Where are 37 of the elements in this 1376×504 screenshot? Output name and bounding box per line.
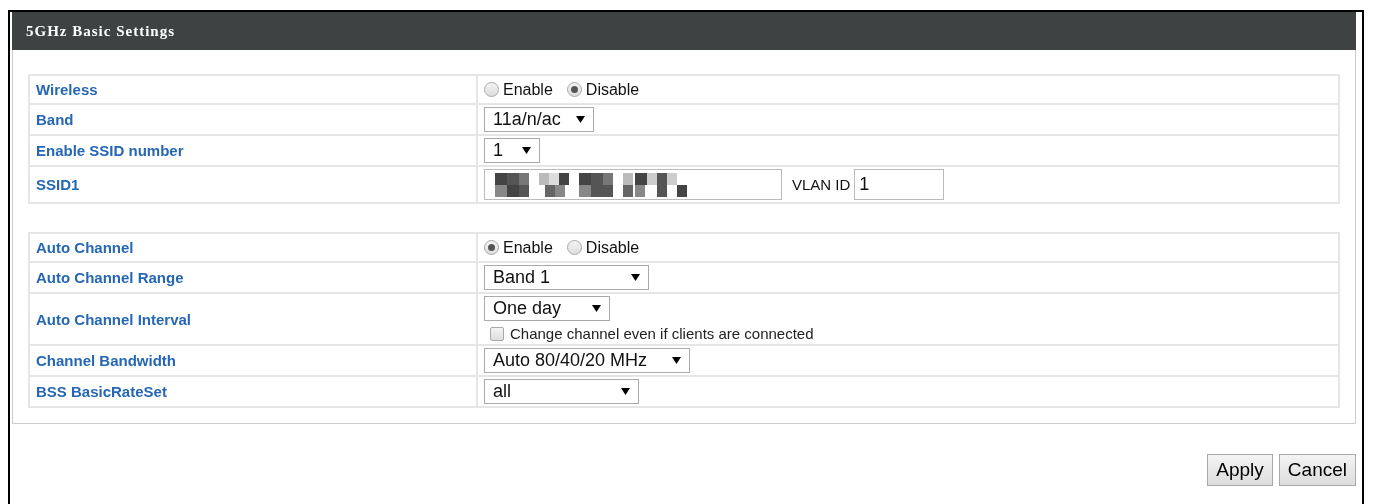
dropdown[interactable]: all [484,379,639,404]
setting-label: Auto Channel Interval [36,310,192,328]
setting-label: Band [36,111,74,128]
vlan-label: VLAN ID [792,176,851,193]
radio-label: Enable [503,238,553,257]
checkbox-label: Change channel even if clients are connected [510,325,814,342]
caret-icon [576,116,585,123]
form-button[interactable]: Cancel [1278,454,1356,486]
panel-title: 5GHz Basic Settings [26,22,175,40]
radio-button[interactable] [484,82,499,97]
radio-button[interactable] [566,240,582,255]
setting-label: Auto Channel [36,239,134,256]
caret-icon [592,305,601,312]
form-button[interactable]: Apply [1207,454,1273,486]
setting-label: Channel Bandwidth [36,352,176,369]
setting-label: Wireless [36,81,98,98]
dropdown[interactable]: Auto 80/40/20 MHz [484,348,690,373]
dropdown[interactable]: 11a/n/ac [484,107,594,132]
caret-icon [631,274,640,281]
setting-label: SSID1 [36,176,80,193]
vlan-field[interactable]: 1 [854,169,945,200]
caret-icon [522,147,531,154]
radio-label: Disable [585,80,640,99]
caret-icon [621,388,630,395]
dropdown[interactable]: Band 1 [484,265,649,290]
dropdown[interactable]: One day [484,296,610,321]
setting-label: Enable SSID number [36,142,184,159]
radio-label: Enable [503,80,553,99]
checkbox[interactable] [490,326,504,341]
setting-label: Auto Channel Range [36,269,184,286]
dropdown[interactable]: 1 [484,138,540,163]
setting-label: BSS BasicRateSet [36,383,167,400]
caret-icon [672,357,681,364]
radio-button[interactable] [566,82,582,97]
radio-label: Disable [585,238,640,257]
ssid-field[interactable] [484,169,782,200]
radio-button[interactable] [484,240,499,255]
